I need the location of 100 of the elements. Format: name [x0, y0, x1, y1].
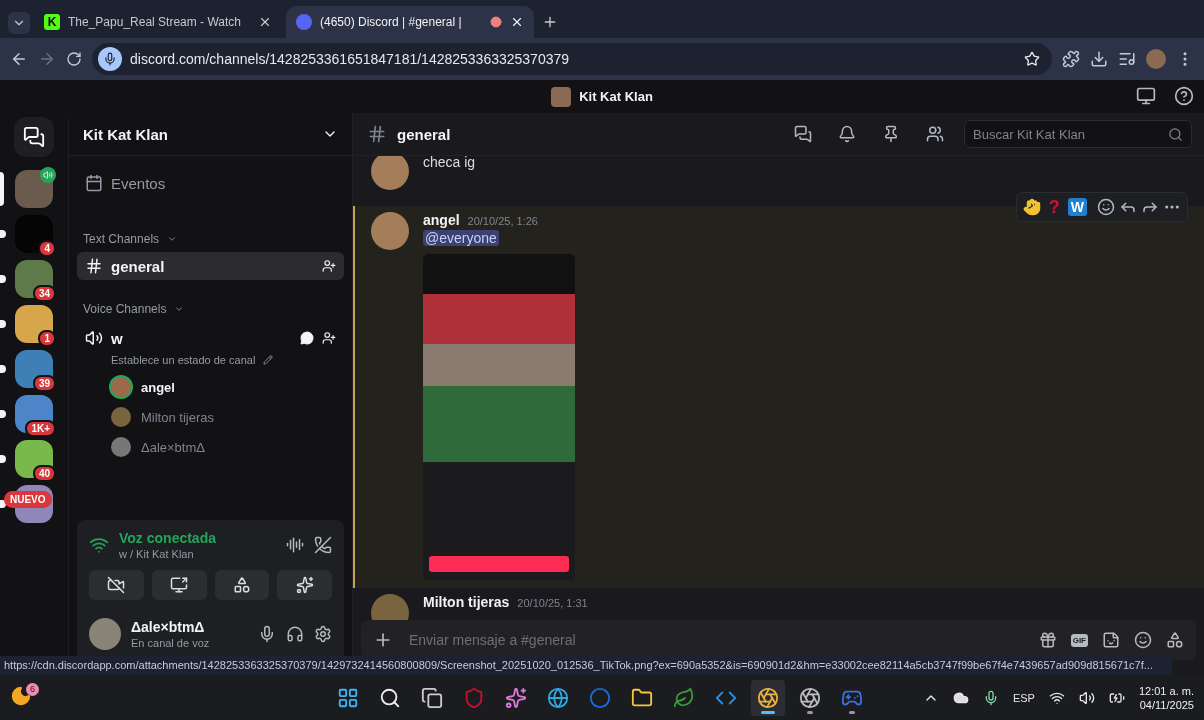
add-reaction-icon[interactable]: [1097, 198, 1115, 216]
user-status: En canal de voz: [131, 637, 211, 649]
pencil-icon[interactable]: [263, 355, 274, 365]
user-avatar[interactable]: [371, 156, 409, 190]
extensions-icon[interactable]: [1062, 50, 1080, 68]
gift-icon[interactable]: [1038, 631, 1057, 649]
home-button[interactable]: [14, 117, 54, 157]
message-time: 20/10/25, 1:26: [467, 215, 538, 227]
server-icon[interactable]: [15, 305, 53, 343]
server-avatar: [551, 86, 572, 107]
category-label[interactable]: Voice Channels: [83, 302, 167, 316]
calendar-icon: [85, 174, 103, 192]
members-icon[interactable]: [926, 125, 944, 143]
bell-icon[interactable]: [838, 125, 856, 143]
connection-icon[interactable]: [89, 535, 109, 555]
unread-count: 34: [32, 285, 56, 302]
search-icon: [379, 686, 401, 709]
close-icon[interactable]: [258, 15, 272, 29]
media-icon[interactable]: [1118, 50, 1136, 68]
app-title: Kit Kat Klan: [579, 89, 653, 104]
voice-channel-name[interactable]: w: [111, 329, 292, 347]
reaction[interactable]: W: [1067, 198, 1087, 216]
back-icon[interactable]: [10, 50, 28, 68]
browser-tab[interactable]: K The_Papu_Real Stream - Watch: [34, 6, 282, 38]
language-indicator[interactable]: ESP: [1012, 691, 1035, 704]
download-icon[interactable]: [1090, 50, 1108, 68]
voice-location[interactable]: w / Kit Kat Klan: [119, 548, 276, 560]
search-placeholder: Buscar Kit Kat Klan: [973, 126, 1085, 142]
emoji-icon[interactable]: [1134, 631, 1152, 649]
channel-status-text[interactable]: Establece un estado de canal: [111, 354, 256, 366]
sparkle-icon: [505, 686, 527, 709]
shield-icon: [463, 686, 485, 709]
screen-icon[interactable]: [1136, 86, 1156, 106]
tab-title: (4650) Discord | #general |: [320, 15, 463, 29]
invite-icon[interactable]: [322, 259, 336, 273]
hands-icon[interactable]: [1022, 198, 1041, 216]
sticker-icon[interactable]: [1102, 631, 1120, 649]
channel-title: general: [397, 125, 452, 143]
server-name[interactable]: Kit Kat Klan: [83, 125, 168, 143]
soundboard-button[interactable]: [277, 570, 332, 600]
speaker-icon: [85, 329, 103, 347]
globe-icon: [547, 686, 569, 709]
settings-icon[interactable]: [314, 625, 332, 643]
weather-icon[interactable]: [10, 684, 32, 707]
tab-list-button[interactable]: [8, 12, 30, 34]
mention[interactable]: @everyone: [423, 230, 499, 246]
shapes-icon: [232, 576, 251, 594]
chat-bubbles-icon: [23, 126, 45, 148]
sparkles-icon: [295, 576, 314, 594]
message-author[interactable]: Milton tijeras: [423, 594, 510, 610]
star-icon[interactable]: [1024, 51, 1040, 67]
server-icon[interactable]: [15, 170, 53, 208]
folder-icon: [631, 686, 653, 709]
message-author[interactable]: angel: [423, 212, 460, 228]
activities-button[interactable]: [214, 570, 270, 600]
windows-logo-icon: [337, 686, 359, 709]
search-icon: [1168, 126, 1183, 142]
microphone-icon[interactable]: [258, 625, 276, 643]
camera-off-button[interactable]: [89, 570, 144, 600]
taskbar-app[interactable]: [751, 679, 785, 716]
voice-member[interactable]: Δale×btmΔ: [69, 432, 352, 462]
user-avatar[interactable]: [89, 618, 121, 650]
unread-count: 4: [38, 240, 56, 257]
search-field[interactable]: Buscar Kit Kat Klan: [964, 120, 1192, 148]
circle-logo-icon: [589, 686, 611, 709]
screen-share-icon: [170, 576, 189, 594]
help-icon[interactable]: [1174, 86, 1194, 106]
close-icon[interactable]: [510, 15, 524, 29]
hash-icon: [367, 124, 387, 144]
voice-member[interactable]: Milton tijeras: [69, 402, 352, 432]
task-view-icon: [421, 686, 443, 709]
user-avatar[interactable]: [371, 212, 409, 250]
disconnect-icon[interactable]: [314, 536, 332, 554]
server-icon[interactable]: [15, 350, 53, 388]
invite-icon[interactable]: [322, 331, 336, 345]
gif-button[interactable]: GIF: [1070, 633, 1088, 647]
hash-icon: [85, 257, 103, 275]
voice-member[interactable]: angel: [69, 372, 352, 402]
apps-icon[interactable]: [1166, 631, 1184, 649]
address-field[interactable]: discord.com/channels/1428253361651847181/1428253363325370379: [92, 43, 1052, 75]
pin-icon[interactable]: [882, 125, 900, 143]
profile-avatar[interactable]: [1146, 49, 1166, 69]
headphones-icon[interactable]: [286, 625, 304, 643]
browser-tab[interactable]: (4650) Discord | #general |: [286, 6, 534, 38]
chat-bubble-icon[interactable]: [300, 331, 314, 345]
message-field[interactable]: Enviar mensaje a #general GIF: [361, 620, 1196, 660]
unread-count: 1K+: [25, 420, 56, 437]
reload-icon[interactable]: [66, 51, 82, 67]
volume-icon[interactable]: [1078, 689, 1095, 706]
events-item[interactable]: Eventos: [111, 174, 166, 192]
noise-icon[interactable]: [286, 536, 304, 554]
plus-icon: [542, 14, 558, 30]
category-label[interactable]: Text Channels: [83, 232, 160, 246]
server-icon[interactable]: [15, 440, 53, 478]
threads-icon[interactable]: [794, 125, 812, 143]
screen-share-button[interactable]: [151, 570, 207, 600]
channel-item[interactable]: general: [77, 252, 344, 280]
server-icon[interactable]: [15, 260, 53, 298]
attachment-screenshot[interactable]: [423, 254, 575, 580]
clock[interactable]: 12:01 a. m. 04/11/2025: [1138, 684, 1194, 711]
